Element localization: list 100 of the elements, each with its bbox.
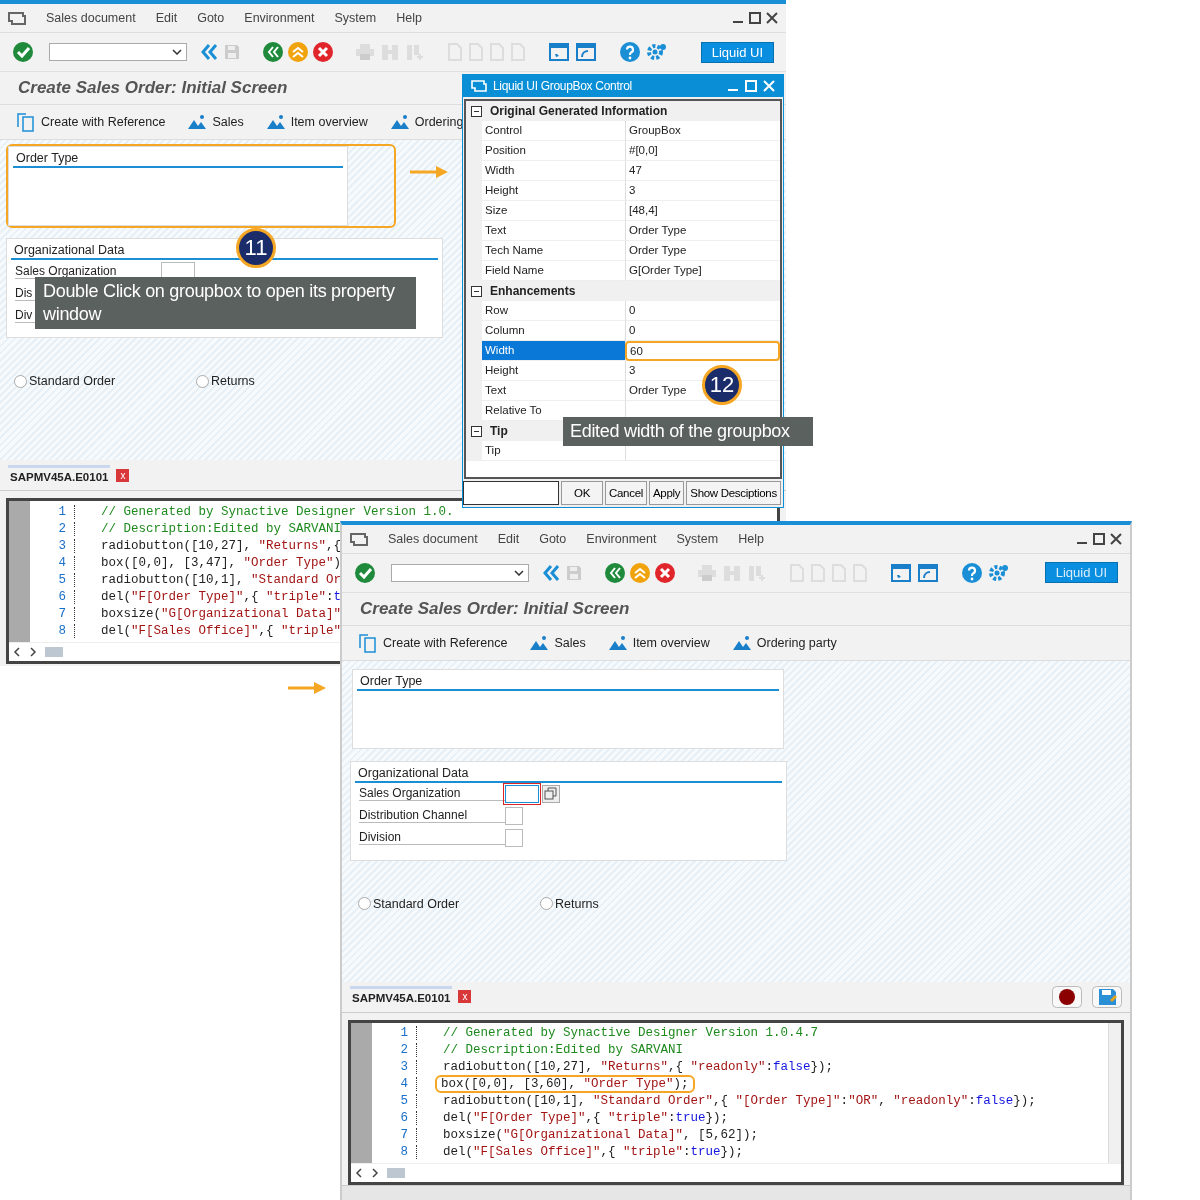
property-name[interactable]: Position — [482, 141, 625, 161]
scroll-left-icon[interactable] — [355, 1168, 363, 1179]
dialog-button[interactable]: OK — [561, 481, 603, 505]
radio-button[interactable]: Standard Order — [358, 896, 540, 911]
property-name[interactable]: Text — [482, 381, 625, 401]
dialog-button[interactable]: Apply — [649, 481, 685, 505]
menu-item[interactable]: Goto — [539, 531, 567, 546]
radio-button[interactable]: Standard Order — [14, 374, 196, 388]
back-icon[interactable] — [263, 42, 283, 62]
record-button[interactable] — [1052, 985, 1082, 1008]
up-icon[interactable] — [630, 562, 650, 583]
input-field[interactable] — [505, 828, 523, 847]
collapse-icon[interactable] — [471, 425, 482, 437]
collapse-icon[interactable] — [471, 105, 482, 117]
save-button[interactable] — [1092, 985, 1122, 1008]
menu-item[interactable]: Sales document — [46, 11, 136, 25]
menu-item[interactable]: System — [676, 531, 719, 546]
property-name[interactable]: Size — [482, 201, 625, 221]
property-value-field[interactable]: 60 — [625, 341, 780, 361]
help-icon[interactable] — [619, 41, 641, 63]
close-tab-button[interactable]: x — [116, 468, 130, 482]
toolbar-button[interactable]: Create with Reference — [358, 632, 508, 653]
menu-item[interactable]: Edit — [155, 11, 178, 25]
menu-item[interactable]: System — [334, 11, 377, 25]
scroll-left-icon[interactable] — [13, 647, 21, 657]
check-icon[interactable] — [354, 561, 376, 584]
gear-icon[interactable] — [646, 41, 668, 63]
menu-item[interactable]: Environment — [586, 531, 657, 546]
editor-tab[interactable]: SAPMV45A.E0101 — [8, 464, 111, 486]
scroll-right-icon[interactable] — [371, 1168, 379, 1179]
double-chevron-icon[interactable] — [200, 43, 218, 61]
close-tab-button[interactable]: x — [458, 990, 472, 1004]
scrollbar-thumb[interactable] — [45, 647, 63, 657]
menu-item[interactable]: Sales document — [388, 531, 478, 546]
code-line: radiobutton([10,27], "Returns",{ "readonly":false}); — [442, 1059, 835, 1077]
scrollbar-thumb[interactable] — [387, 1168, 405, 1179]
input-field[interactable] — [463, 481, 559, 505]
group-box[interactable]: Order Type — [352, 668, 784, 749]
toolbar-button[interactable]: Item overview — [265, 114, 368, 130]
property-name[interactable]: Relative To — [482, 401, 625, 421]
section-title: Original Generated Information — [490, 104, 668, 118]
property-name[interactable]: Height — [482, 181, 625, 201]
back-icon[interactable] — [605, 562, 625, 583]
mountain-icon — [731, 634, 752, 651]
menu-icon[interactable] — [8, 11, 26, 25]
property-name[interactable]: Field Name — [482, 261, 625, 281]
menu-item[interactable]: Help — [396, 11, 422, 25]
property-value: 0 — [625, 321, 780, 341]
maximize-icon[interactable] — [749, 12, 761, 24]
up-icon[interactable] — [288, 42, 308, 62]
property-name[interactable]: Tech Name — [482, 241, 625, 261]
dropdown-caret-icon[interactable] — [514, 569, 524, 576]
input-field[interactable] — [505, 806, 523, 825]
shortcut-window-icon[interactable] — [575, 42, 597, 62]
code-line: del("F[Sales Office]",{ "triple" — [100, 622, 343, 640]
menu-icon[interactable] — [350, 531, 368, 546]
menu-item[interactable]: Help — [738, 531, 764, 546]
scroll-right-icon[interactable] — [29, 647, 37, 657]
radio-button[interactable]: Returns — [540, 896, 722, 911]
close-icon[interactable] — [766, 12, 778, 24]
toolbar-button[interactable]: Sales — [187, 114, 244, 130]
property-name[interactable]: Row — [482, 301, 625, 321]
cancel-icon[interactable] — [313, 42, 333, 62]
help-icon[interactable] — [961, 561, 983, 584]
cancel-icon[interactable] — [655, 562, 675, 583]
property-name[interactable]: Width — [482, 161, 625, 181]
dialog-button[interactable]: Show Desciptions — [686, 481, 781, 505]
property-name[interactable]: Width — [482, 341, 625, 361]
property-name[interactable]: Control — [482, 121, 625, 141]
dropdown-caret-icon[interactable] — [172, 49, 182, 55]
menu-item[interactable]: Environment — [244, 11, 315, 25]
property-name[interactable]: Height — [482, 361, 625, 381]
command-field[interactable] — [49, 43, 187, 61]
dialog-button[interactable]: Cancel — [605, 481, 647, 505]
maximize-icon[interactable] — [1093, 532, 1105, 545]
code-line: boxsize("G[Organizational Data]" — [100, 605, 343, 623]
new-window-icon[interactable] — [890, 562, 912, 583]
toolbar-button[interactable]: Sales — [529, 634, 586, 651]
toolbar-button[interactable]: Ordering party — [731, 634, 837, 651]
toolbar-button[interactable]: Create with Reference — [16, 112, 166, 132]
menu-item[interactable]: Goto — [197, 11, 225, 25]
value-help-icon[interactable] — [542, 784, 560, 803]
code-line: radiobutton([10,27], "Returns",{ — [100, 537, 343, 555]
double-chevron-icon[interactable] — [542, 563, 560, 582]
command-field[interactable] — [391, 563, 529, 582]
editor-tab[interactable]: SAPMV45A.E0101 — [350, 986, 453, 1008]
close-icon[interactable] — [1110, 532, 1122, 545]
collapse-icon[interactable] — [471, 285, 482, 297]
property-name[interactable]: Column — [482, 321, 625, 341]
radio-button[interactable]: Returns — [196, 374, 378, 388]
new-window-icon[interactable] — [548, 42, 570, 62]
code-editor[interactable] — [348, 1019, 1124, 1186]
scrollbar[interactable] — [1108, 1022, 1121, 1164]
property-name[interactable]: Text — [482, 221, 625, 241]
menu-item[interactable]: Edit — [497, 531, 520, 546]
check-icon[interactable] — [12, 41, 34, 63]
toolbar-button[interactable]: Item overview — [607, 634, 710, 651]
shortcut-window-icon[interactable] — [917, 562, 939, 583]
input-field[interactable] — [505, 784, 539, 803]
group-box[interactable]: Order Type — [8, 146, 348, 226]
